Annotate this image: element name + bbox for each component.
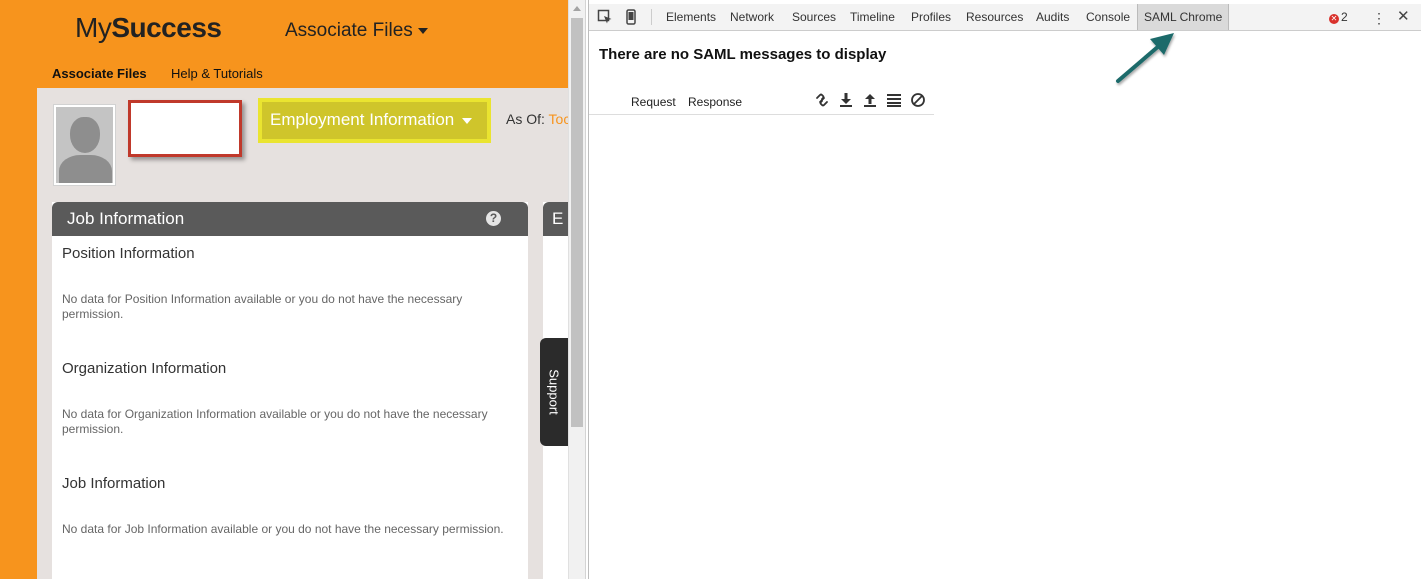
saml-empty-message: There are no SAML messages to display [599, 46, 887, 63]
download-icon[interactable] [838, 92, 854, 108]
logo-text-light: My [75, 12, 112, 43]
second-card-title: E [543, 202, 568, 236]
tab-profiles[interactable]: Profiles [905, 4, 957, 30]
section-text-organization: No data for Organization Information ava… [62, 407, 488, 436]
tab-network[interactable]: Network [724, 4, 780, 30]
subnav-help-tutorials[interactable]: Help & Tutorials [171, 66, 263, 81]
error-count: 2 [1341, 10, 1348, 24]
card-title: Job Information [67, 209, 185, 228]
toolbar-separator [651, 9, 652, 25]
devtools-panel: Elements Network Sources Timeline Profil… [589, 0, 1421, 579]
saml-subtabs: Request Response [589, 87, 934, 115]
tab-resources[interactable]: Resources [960, 4, 1029, 30]
caret-down-icon [462, 117, 473, 124]
tab-audits[interactable]: Audits [1030, 4, 1075, 30]
device-mode-icon[interactable] [623, 9, 639, 25]
more-options-icon[interactable]: ⋮ [1372, 11, 1386, 25]
mysuccess-logo[interactable]: MySuccess [75, 12, 222, 44]
link-icon[interactable] [814, 92, 830, 108]
redacted-name-box [128, 100, 242, 157]
subtab-response[interactable]: Response [688, 95, 742, 109]
subnav-associate-files[interactable]: Associate Files [52, 66, 147, 81]
help-icon[interactable]: ? [486, 211, 501, 226]
mysuccess-app: MySuccess Associate Files Associate File… [0, 0, 568, 579]
tab-sources[interactable]: Sources [786, 4, 842, 30]
clear-icon[interactable] [910, 92, 926, 108]
tab-timeline[interactable]: Timeline [844, 4, 901, 30]
subtab-request[interactable]: Request [631, 95, 676, 109]
profile-content: Employment Information As Of: Toc Job In… [37, 88, 568, 579]
support-tab-label: Support [546, 369, 562, 415]
scrollbar-thumb[interactable] [571, 18, 583, 427]
settings-icon[interactable] [886, 92, 902, 108]
close-icon[interactable]: ✕ [1397, 9, 1410, 25]
associate-files-menu-label: Associate Files [285, 20, 413, 41]
section-title-position: Position Information [62, 245, 195, 262]
as-of-date: As Of: Toc [506, 111, 568, 127]
error-icon: ✕ [1329, 14, 1339, 24]
page-scrollbar[interactable] [568, 0, 585, 579]
employment-info-dropdown[interactable]: Employment Information [258, 98, 491, 143]
error-count-badge[interactable]: ✕ 2 [1329, 10, 1348, 24]
person-silhouette-icon [56, 107, 113, 183]
avatar [53, 104, 116, 186]
scroll-up-arrow-icon[interactable] [573, 6, 581, 11]
inspect-element-icon[interactable] [597, 9, 613, 25]
employment-info-label: Employment Information [270, 110, 455, 129]
devtools-toolbar: Elements Network Sources Timeline Profil… [589, 4, 1421, 31]
annotation-arrow-icon [1116, 33, 1174, 83]
section-title-job: Job Information [62, 475, 166, 492]
card-header: Job Information ? [52, 202, 528, 236]
as-of-value[interactable]: Toc [549, 111, 568, 127]
section-title-organization: Organization Information [62, 360, 227, 377]
tab-elements[interactable]: Elements [660, 4, 722, 30]
section-text-job: No data for Job Information available or… [62, 522, 504, 536]
logo-text-bold: Success [111, 12, 222, 43]
associate-files-menu[interactable]: Associate Files [285, 20, 428, 42]
job-information-card: Job Information ? Position Information N… [52, 202, 528, 579]
upload-icon[interactable] [862, 92, 878, 108]
caret-down-icon [417, 27, 428, 34]
support-tab[interactable]: Support [540, 338, 568, 446]
section-text-position: No data for Position Information availab… [62, 292, 463, 321]
as-of-label: As Of: [506, 111, 545, 127]
